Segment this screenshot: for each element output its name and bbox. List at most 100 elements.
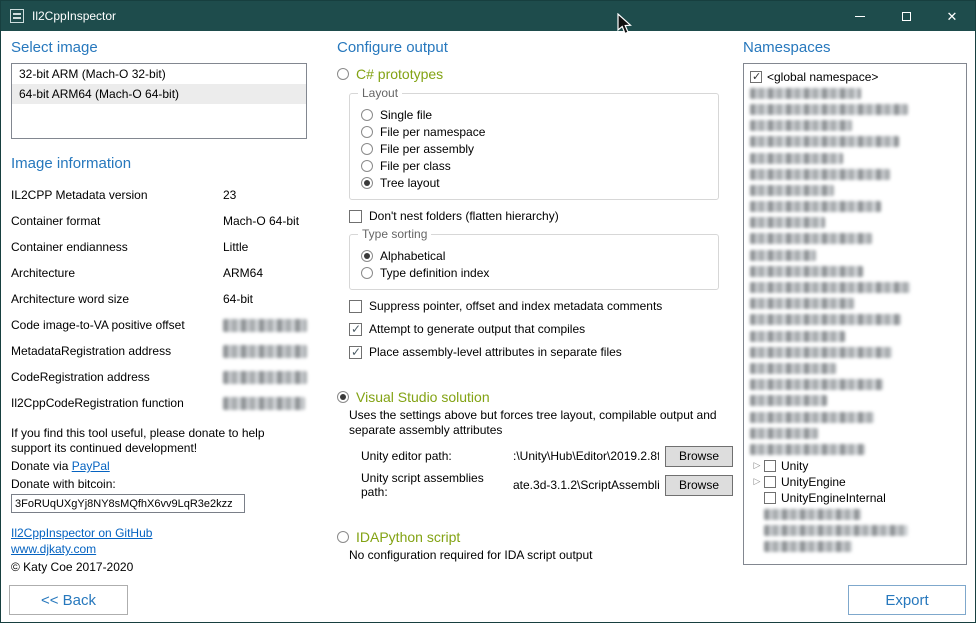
redacted-namespace <box>750 136 899 147</box>
paypal-link[interactable]: PayPal <box>72 459 110 473</box>
layout-option-radio[interactable] <box>361 126 373 138</box>
layout-option-row[interactable]: Single file <box>361 106 708 123</box>
output-checkbox[interactable] <box>349 300 362 313</box>
close-button[interactable]: ✕ <box>929 1 975 31</box>
maximize-button[interactable] <box>883 1 929 31</box>
namespace-row[interactable] <box>750 85 966 101</box>
layout-option-label: Single file <box>380 108 432 122</box>
type-sorting-option-radio[interactable] <box>361 250 373 262</box>
namespace-row[interactable] <box>750 150 966 166</box>
namespace-row[interactable] <box>750 231 966 247</box>
unity-editor-browse-button[interactable]: Browse <box>665 446 733 467</box>
namespace-row[interactable] <box>750 199 966 215</box>
layout-option-row[interactable]: Tree layout <box>361 174 708 191</box>
namespace-row[interactable] <box>750 118 966 134</box>
namespace-row[interactable] <box>750 538 966 554</box>
unity-script-path-value[interactable]: ate.3d-3.1.2\ScriptAssemblies <box>513 478 659 492</box>
namespace-row[interactable] <box>750 344 966 360</box>
flatten-checkbox-row[interactable]: Don't nest folders (flatten hierarchy) <box>349 209 737 223</box>
info-row: Container formatMach-O 64-bit <box>11 208 307 234</box>
namespace-row[interactable] <box>750 101 966 117</box>
bitcoin-address-field[interactable] <box>11 494 245 513</box>
layout-option-radio[interactable] <box>361 143 373 155</box>
namespace-row[interactable] <box>750 409 966 425</box>
image-list-item[interactable]: 32-bit ARM (Mach-O 32-bit) <box>12 64 306 84</box>
export-button[interactable]: Export <box>848 585 966 615</box>
namespace-row[interactable] <box>750 182 966 198</box>
unity-editor-path-row: Unity editor path: :\Unity\Hub\Editor\20… <box>361 445 737 467</box>
type-sorting-option-row[interactable]: Alphabetical <box>361 247 708 264</box>
type-sorting-option-radio[interactable] <box>361 267 373 279</box>
namespace-row[interactable] <box>750 215 966 231</box>
output-checkbox[interactable] <box>349 346 362 359</box>
csharp-prototypes-radio[interactable] <box>337 68 349 80</box>
content: Select image 32-bit ARM (Mach-O 32-bit)6… <box>1 31 975 622</box>
image-listbox[interactable]: 32-bit ARM (Mach-O 32-bit)64-bit ARM64 (… <box>11 63 307 139</box>
namespace-checkbox[interactable] <box>750 71 762 83</box>
namespace-row[interactable] <box>750 247 966 263</box>
titlebar[interactable]: Il2CppInspector ✕ <box>1 1 975 31</box>
namespace-row[interactable] <box>750 263 966 279</box>
namespace-row[interactable] <box>750 377 966 393</box>
namespace-checkbox[interactable] <box>764 492 776 504</box>
vs-solution-radio[interactable] <box>337 391 349 403</box>
type-sorting-option-row[interactable]: Type definition index <box>361 264 708 281</box>
namespace-row[interactable] <box>750 506 966 522</box>
unity-script-browse-button[interactable]: Browse <box>665 475 733 496</box>
namespace-label: UnityEngine <box>781 475 846 489</box>
unity-editor-path-value[interactable]: :\Unity\Hub\Editor\2019.2.8f1 <box>513 449 659 463</box>
output-checkbox-row[interactable]: Suppress pointer, offset and index metad… <box>349 299 737 313</box>
layout-option-radio[interactable] <box>361 109 373 121</box>
layout-option-radio[interactable] <box>361 160 373 172</box>
output-checkbox[interactable] <box>349 323 362 336</box>
configure-output-section: Configure output C# prototypes Layout Si… <box>337 39 737 563</box>
back-button[interactable]: << Back <box>9 585 128 615</box>
type-sorting-group-label: Type sorting <box>358 227 431 241</box>
namespace-row[interactable] <box>750 522 966 538</box>
redacted-namespace <box>764 525 908 536</box>
idapython-option[interactable]: IDAPython script <box>337 529 737 545</box>
info-value: 64-bit <box>223 292 253 306</box>
layout-option-radio[interactable] <box>361 177 373 189</box>
output-checkbox-row[interactable]: Attempt to generate output that compiles <box>349 322 737 336</box>
csharp-prototypes-option[interactable]: C# prototypes <box>337 66 737 82</box>
namespace-row[interactable] <box>750 393 966 409</box>
close-icon: ✕ <box>947 10 958 23</box>
namespace-row[interactable]: UnityEngineInternal <box>750 490 966 506</box>
namespace-row[interactable] <box>750 134 966 150</box>
layout-option-label: File per class <box>380 159 451 173</box>
namespace-checkbox[interactable] <box>764 460 776 472</box>
flatten-checkbox[interactable] <box>349 210 362 223</box>
info-label: Architecture <box>11 266 223 280</box>
vs-solution-option[interactable]: Visual Studio solution <box>337 389 737 405</box>
layout-option-row[interactable]: File per namespace <box>361 123 708 140</box>
namespace-row[interactable] <box>750 166 966 182</box>
namespace-row[interactable]: ▷Unity <box>750 458 966 474</box>
namespace-row[interactable] <box>750 360 966 376</box>
namespace-checkbox[interactable] <box>764 476 776 488</box>
donate-via-line: Donate via PayPal <box>11 458 307 474</box>
namespace-row[interactable] <box>750 425 966 441</box>
image-list-item[interactable]: 64-bit ARM64 (Mach-O 64-bit) <box>12 84 306 104</box>
expander-icon[interactable]: ▷ <box>750 477 764 486</box>
redacted-namespace <box>750 314 901 325</box>
idapython-radio[interactable] <box>337 531 349 543</box>
configure-output-heading: Configure output <box>337 39 737 56</box>
namespace-row[interactable] <box>750 279 966 295</box>
namespace-row[interactable]: ▷ UnityEngine <box>750 474 966 490</box>
output-checkbox-row[interactable]: Place assembly-level attributes in separ… <box>349 345 737 359</box>
layout-option-row[interactable]: File per assembly <box>361 140 708 157</box>
namespace-row[interactable] <box>750 441 966 457</box>
csharp-prototypes-label: C# prototypes <box>356 66 443 82</box>
namespace-row[interactable] <box>750 328 966 344</box>
namespaces-list[interactable]: <global namespace>▷Unity▷UnityEngineUnit… <box>743 63 967 565</box>
namespace-row[interactable]: <global namespace> <box>750 69 966 85</box>
layout-option-row[interactable]: File per class <box>361 157 708 174</box>
github-link[interactable]: Il2CppInspector on GitHub <box>11 526 152 540</box>
namespace-row[interactable] <box>750 296 966 312</box>
namespace-row[interactable] <box>750 312 966 328</box>
expander-icon[interactable]: ▷ <box>750 461 764 470</box>
minimize-button[interactable] <box>837 1 883 31</box>
website-link[interactable]: www.djkaty.com <box>11 542 96 556</box>
info-label: CodeRegistration address <box>11 370 223 384</box>
